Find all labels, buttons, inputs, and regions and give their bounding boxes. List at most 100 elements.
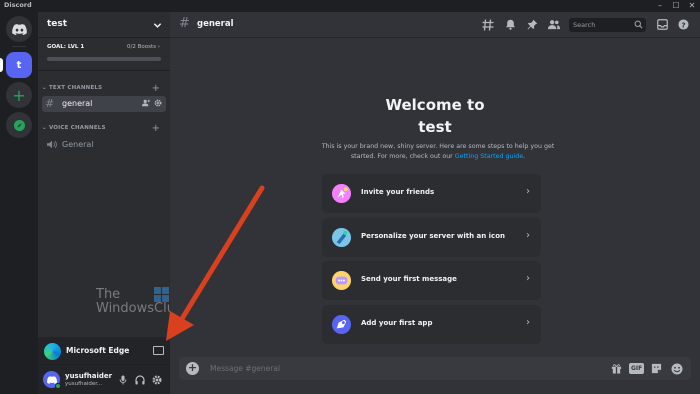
category-text-channels[interactable]: ⌄ TEXT CHANNELS [42,85,102,91]
create-text-channel-button[interactable]: + [152,84,160,94]
user-panel: yusufhaider yusufhaider... [38,365,170,394]
channel-header: # general Search ? [170,12,700,38]
invite-friends-card[interactable]: Invite your friends › [322,174,541,213]
chevron-right-icon: › [526,273,530,284]
add-first-app-card[interactable]: Add your first app › [322,305,541,344]
threads-button[interactable] [481,18,494,31]
channel-name: General [62,140,94,149]
avatar[interactable] [43,371,61,389]
gift-button[interactable] [611,362,622,375]
boost-progress-bar [47,57,161,61]
message-input[interactable]: Message #general [210,364,280,373]
getting-started-link[interactable]: Getting Started guide [455,153,523,160]
help-icon: ? [678,19,689,30]
welcome-title: Welcome to test [385,96,485,136]
invite-friends-icon [331,183,352,204]
pin-icon [527,19,538,30]
message-composer: + Message #general GIF [179,357,691,380]
microphone-button[interactable] [117,374,128,385]
card-label: Personalize your server with an icon [361,232,505,240]
microsoft-edge-icon [44,343,61,360]
chevron-right-icon: › [157,44,160,50]
headphones-icon [134,374,145,384]
pinned-messages-button[interactable] [526,18,539,31]
explore-servers-button[interactable] [6,112,32,138]
welcome-subtitle: This is your brand new, shiny server. He… [321,143,555,160]
main-chat-area: # general Search ? Welcome to test This … [170,12,700,394]
online-status-indicator [55,383,61,389]
server-name: test [47,19,68,29]
chevron-right-icon: › [526,230,530,241]
chevron-down-icon: ⌄ [42,125,47,131]
gift-icon [611,364,622,374]
personalize-server-card[interactable]: Personalize your server with an icon › [322,218,541,257]
invite-member-icon[interactable] [141,99,150,107]
channel-item-general[interactable]: # general [42,96,166,112]
members-icon [547,20,560,30]
sticker-button[interactable] [651,362,662,375]
discord-logo-icon [11,23,27,35]
settings-gear-icon[interactable] [154,99,162,107]
attach-plus-button[interactable]: + [186,362,199,375]
chevron-right-icon: › [526,186,530,197]
app-icon [331,314,352,335]
share-screen-icon[interactable] [153,346,164,355]
help-button[interactable]: ? [677,18,690,31]
inbox-button[interactable] [656,18,669,31]
category-voice-channels[interactable]: ⌄ VOICE CHANNELS [42,125,106,131]
card-label: Invite your friends [361,188,435,196]
server-header[interactable]: test [38,12,170,38]
plus-icon: + [12,85,26,105]
activity-label: Microsoft Edge [66,346,130,355]
server-test-button[interactable]: t [6,52,32,78]
text-channel-icon: # [45,97,55,110]
rail-divider [12,46,26,47]
server-initial: t [16,59,22,71]
divider [38,70,170,71]
channel-name: general [62,99,93,108]
personalize-icon [331,227,352,248]
channel-title: general [197,19,234,29]
svg-text:?: ? [681,20,685,29]
app-name: Discord [4,1,32,9]
boost-count[interactable]: 0/2 Boosts › [127,44,160,50]
deafen-button[interactable] [134,374,145,385]
text-channel-icon: # [179,16,190,31]
minimize-button[interactable]: – [652,0,668,12]
active-server-indicator [0,58,3,72]
sticker-icon [651,363,662,374]
search-icon [634,20,643,29]
user-settings-button[interactable] [151,374,162,385]
channel-item-voice-general[interactable]: General [42,137,166,153]
inbox-icon [657,19,668,30]
search-input[interactable]: Search [569,18,646,32]
chevron-down-icon [153,23,162,28]
microphone-icon [119,374,126,385]
card-label: Send your first message [361,275,457,283]
member-list-button[interactable] [547,18,560,31]
maximize-button[interactable]: ☐ [668,0,684,12]
send-first-message-card[interactable]: Send your first message › [322,261,541,300]
boost-goal-label: GOAL: LVL 1 [47,44,85,50]
compass-icon [13,119,25,131]
user-tag: yusufhaider... [65,381,103,387]
chevron-right-icon: › [526,317,530,328]
home-button[interactable] [6,16,32,42]
activity-panel: Microsoft Edge [38,337,170,365]
window-titlebar: Discord – ☐ ✕ [0,0,700,12]
discord-logo-icon [46,375,57,384]
speaker-icon [47,140,57,149]
search-placeholder: Search [573,21,596,29]
emoji-icon [671,363,683,374]
gif-button[interactable]: GIF [629,363,645,374]
notifications-button[interactable] [504,18,517,31]
add-server-button[interactable]: + [6,82,32,108]
message-icon [331,270,352,291]
settings-gear-icon [152,375,161,384]
threads-icon [482,18,493,31]
close-button[interactable]: ✕ [684,0,700,12]
server-rail: t + [0,12,38,394]
card-label: Add your first app [361,319,433,327]
emoji-button[interactable] [671,362,683,375]
create-voice-channel-button[interactable]: + [152,124,160,134]
